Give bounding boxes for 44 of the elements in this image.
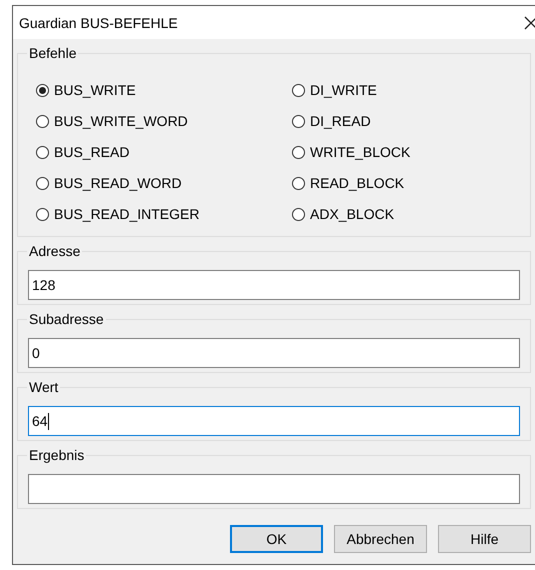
radio-button[interactable] [36, 208, 49, 220]
dialog-button[interactable]: Abbrechen [334, 525, 427, 553]
radio-button[interactable] [36, 84, 49, 96]
radio-button[interactable] [36, 146, 49, 158]
radio-button[interactable] [292, 114, 305, 128]
window-title: Guardian BUS-BEFEHLE [19, 14, 178, 30]
input-field[interactable] [28, 474, 520, 504]
radio-option[interactable]: BUS_READ_WORD [36, 172, 292, 194]
radio-option[interactable]: READ_BLOCK [292, 172, 492, 194]
radio-option[interactable]: ADX_BLOCK [292, 203, 492, 225]
radio-label: DI_WRITE [310, 82, 377, 98]
radio-label: READ_BLOCK [310, 175, 404, 191]
radio-option[interactable]: DI_WRITE [292, 79, 492, 101]
radio-option[interactable]: BUS_READ_INTEGER [36, 203, 292, 225]
radio-label: WRITE_BLOCK [310, 144, 410, 160]
group-label: Adresse [27, 243, 82, 259]
radio-label: ADX_BLOCK [310, 206, 394, 222]
group-label: Ergebnis [27, 447, 86, 463]
radio-label: DI_READ [310, 113, 371, 129]
close-icon[interactable] [524, 16, 535, 30]
group-label: Subadresse [27, 311, 106, 327]
radio-button[interactable] [292, 146, 305, 158]
radio-button[interactable] [292, 176, 305, 190]
radio-button[interactable] [292, 208, 305, 220]
radio-option[interactable]: WRITE_BLOCK [292, 141, 492, 163]
group-label: Befehle [27, 45, 78, 61]
radio-label: BUS_WRITE [54, 82, 136, 98]
radio-label: BUS_READ [54, 144, 130, 160]
radio-option[interactable]: BUS_WRITE_WORD [36, 110, 292, 132]
radio-option[interactable]: BUS_WRITE [36, 79, 292, 101]
input-field[interactable]: 64 [28, 406, 520, 436]
radio-button[interactable] [292, 84, 305, 96]
group-label: Wert [27, 379, 60, 395]
dialog-button[interactable]: OK [230, 525, 323, 553]
input-field[interactable]: 0 [28, 338, 520, 368]
radio-label: BUS_READ_INTEGER [54, 206, 200, 222]
radio-button[interactable] [36, 114, 49, 128]
radio-label: BUS_WRITE_WORD [54, 113, 188, 129]
dialog-button[interactable]: Hilfe [438, 525, 531, 553]
radio-label: BUS_READ_WORD [54, 175, 182, 191]
radio-option[interactable]: BUS_READ [36, 141, 292, 163]
radio-button[interactable] [36, 176, 49, 190]
input-field[interactable]: 128 [28, 270, 520, 300]
radio-option[interactable]: DI_READ [292, 110, 492, 132]
